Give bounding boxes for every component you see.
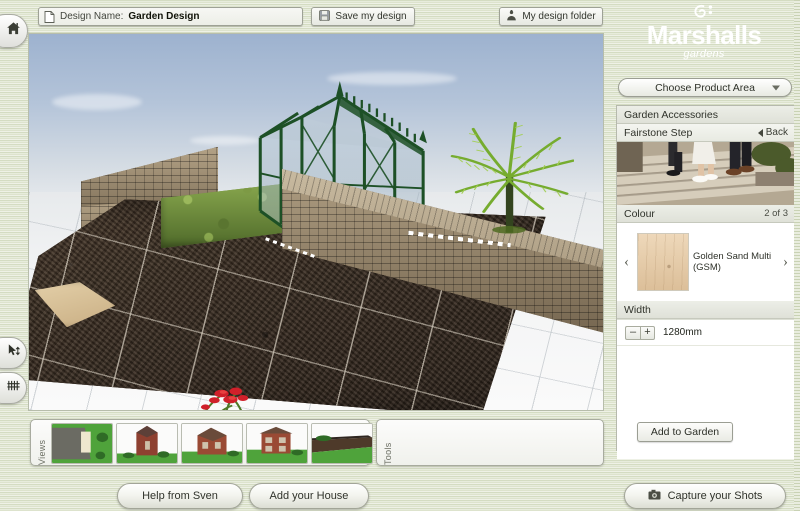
category-header[interactable]: Garden Accessories	[617, 106, 795, 124]
category-header-label: Garden Accessories	[624, 108, 718, 121]
sidebar-edge-strip	[794, 0, 800, 511]
back-button-label: Back	[765, 127, 788, 138]
colour-swatch-name: Golden Sand Multi (GSM)	[693, 250, 772, 273]
home-button[interactable]	[0, 14, 28, 48]
help-button-label: Help from Sven	[142, 490, 218, 502]
floppy-disk-icon	[319, 9, 331, 24]
fence-icon	[6, 378, 21, 398]
design-viewport-3d[interactable]	[28, 33, 604, 411]
tools-bar[interactable]: Tools	[376, 419, 604, 466]
my-design-folder-button[interactable]: My design folder	[499, 7, 603, 26]
views-thumbnail-list	[51, 423, 373, 464]
colour-selector: ‹ Golden Sand Multi (GSM) ›	[617, 223, 795, 301]
product-area-selected: Choose Product Area	[655, 81, 755, 94]
view-thumb-ground-level[interactable]	[311, 423, 373, 464]
colour-header-label: Colour	[624, 207, 655, 220]
top-toolbar: Design Name: Garden Design Save my desig…	[0, 0, 608, 30]
add-your-house-button[interactable]: Add your House	[249, 483, 369, 509]
chevron-down-icon	[772, 85, 780, 90]
app-background: Design Name: Garden Design Save my desig…	[0, 0, 800, 511]
view-thumb-house-rear[interactable]	[246, 423, 308, 464]
add-to-garden-button[interactable]: Add to Garden	[637, 422, 733, 442]
colour-count: 2 of 3	[764, 208, 788, 219]
brand-name: Marshalls	[646, 20, 762, 50]
colour-prev-button[interactable]: ‹	[620, 254, 633, 271]
colour-section-header: Colour 2 of 3	[617, 205, 795, 223]
tree-fern-plant[interactable]	[448, 117, 575, 237]
move-tool-button[interactable]	[0, 337, 27, 369]
product-title: Fairstone Step	[624, 126, 693, 139]
folder-people-icon	[506, 9, 517, 24]
design-name-label: Design Name:	[60, 11, 124, 22]
design-name-value[interactable]: Garden Design	[128, 11, 199, 22]
width-stepper: – +	[625, 325, 655, 340]
width-decrease-button[interactable]: –	[625, 325, 640, 340]
view-thumb-plan[interactable]	[51, 423, 113, 464]
tools-bar-label: Tools	[383, 442, 393, 465]
product-header: Fairstone Step Back	[617, 124, 795, 142]
width-section-header: Width	[617, 301, 795, 319]
home-icon	[6, 21, 21, 41]
colour-swatch[interactable]	[637, 233, 689, 291]
views-bar-label: Views	[37, 439, 47, 465]
marshalls-swirl-icon	[692, 4, 716, 21]
add-to-garden-label: Add to Garden	[650, 426, 720, 438]
flower-clump[interactable]	[184, 380, 264, 410]
document-icon	[44, 10, 55, 23]
save-button[interactable]: Save my design	[311, 7, 415, 26]
my-design-folder-label: My design folder	[522, 11, 596, 22]
width-selector: – + 1280mm	[617, 319, 795, 345]
view-thumb-house-front[interactable]	[116, 423, 178, 464]
right-sidebar: Marshalls gardens Choose Product Area Ga…	[608, 0, 800, 511]
cursor-move-icon	[6, 343, 21, 363]
colour-next-button[interactable]: ›	[779, 254, 792, 271]
width-increase-button[interactable]: +	[640, 325, 655, 340]
product-area-dropdown[interactable]: Choose Product Area	[618, 78, 792, 97]
width-value: 1280mm	[663, 327, 702, 338]
product-detail-panel: Garden Accessories Fairstone Step Back C…	[616, 105, 796, 459]
brand-subtitle: gardens	[683, 48, 725, 60]
view-thumb-house-angle[interactable]	[181, 423, 243, 464]
chevron-left-icon	[757, 128, 763, 137]
views-bar: Views	[30, 419, 373, 466]
product-hero-image[interactable]	[617, 142, 795, 205]
save-button-label: Save my design	[335, 11, 407, 22]
fence-tool-button[interactable]	[0, 372, 27, 404]
help-from-sven-button[interactable]: Help from Sven	[117, 483, 243, 509]
add-house-button-label: Add your House	[269, 490, 349, 502]
design-name-field[interactable]: Design Name: Garden Design	[38, 7, 303, 26]
width-header-label: Width	[624, 303, 651, 316]
brand-logo: Marshalls gardens	[608, 4, 800, 60]
back-button[interactable]: Back	[757, 127, 788, 138]
